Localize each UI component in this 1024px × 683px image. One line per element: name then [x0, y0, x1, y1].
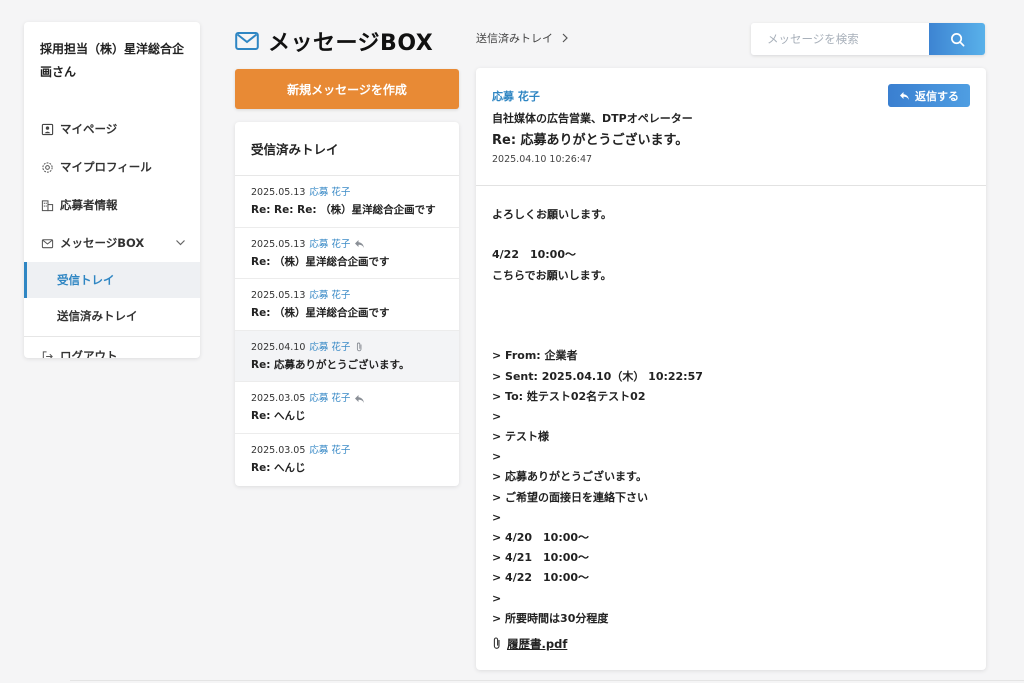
body-line [492, 326, 970, 346]
body-line: こちらでお願いします。 [492, 268, 612, 282]
message-sender: 応募 花子 [309, 238, 351, 250]
inbox-list: 受信済みトレイ 2025.05.13 応募 花子 Re: Re: Re: （株）… [235, 122, 459, 486]
logout-icon [40, 349, 54, 358]
list-item[interactable]: 2025.03.05 応募 花子 Re: へんじ [235, 434, 459, 486]
message-subject: Re: （株）星洋総合企画です [251, 307, 390, 320]
reply-icon [354, 394, 365, 404]
message-sender: 応募 花子 [309, 393, 351, 405]
sidebar-subitem-sent[interactable]: 送信済みトレイ [24, 298, 200, 334]
body-line: > 所要時間は30分程度 [492, 611, 609, 625]
body-line: > [492, 510, 502, 524]
message-sender: 応募 花子 [309, 341, 351, 353]
detail-subject: Re: 応募ありがとうございます。 [492, 133, 689, 148]
inbox-title: 受信済みトレイ [235, 122, 459, 176]
list-item[interactable]: 2025.03.05 応募 花子 Re: へんじ [235, 382, 459, 434]
message-date: 2025.04.10 [251, 341, 306, 353]
message-date: 2025.05.13 [251, 187, 306, 198]
search-button[interactable] [929, 23, 985, 55]
message-subject: Re: へんじ [251, 461, 306, 474]
body-line: > Sent: 2025.04.10（木） 10:22:57 [492, 369, 703, 383]
search-icon [950, 32, 964, 46]
sidebar-item-myprofile[interactable]: マイプロフィール [24, 148, 200, 186]
detail-date: 2025.04.10 10:26:47 [492, 154, 593, 165]
footer-divider [70, 680, 1024, 681]
sidebar-item-mypage[interactable]: マイページ [24, 110, 200, 148]
body-line [492, 225, 970, 245]
attachment-link[interactable]: 履歴書.pdf [507, 636, 567, 652]
body-line [492, 306, 970, 326]
sidebar-item-label: 応募者情報 [60, 198, 118, 212]
body-line: > 応募ありがとうございます。 [492, 470, 647, 484]
person-card-icon [40, 122, 54, 136]
body-line: よろしくお願いします。 [492, 208, 612, 221]
message-date: 2025.03.05 [251, 393, 306, 405]
body-line: > From: 企業者 [492, 349, 578, 363]
message-subject: Re: 応募ありがとうございます。 [251, 358, 410, 371]
message-subject: Re: へんじ [251, 410, 306, 423]
body-line: 4/22 10:00〜 [492, 248, 576, 262]
building-icon [40, 198, 54, 212]
body-line: > 4/22 10:00〜 [492, 571, 590, 585]
message-date: 2025.05.13 [251, 290, 306, 302]
message-sender: 応募 花子 [309, 290, 351, 302]
search-input[interactable] [751, 23, 929, 55]
chevron-down-icon[interactable] [175, 237, 186, 248]
breadcrumb[interactable]: 送信済みトレイ [476, 30, 569, 46]
sidebar-item-messagebox[interactable]: メッセージBOX [24, 224, 200, 262]
detail-job-title: 自社媒体の広告営業、DTPオペレーター [492, 112, 693, 125]
body-line: > テスト様 [492, 430, 550, 444]
message-sender: 応募 花子 [309, 444, 351, 456]
sidebar-item-label: ログアウト [60, 349, 118, 358]
gear-icon [40, 160, 54, 174]
sidebar: 採用担当（株）星洋総合企画さん マイページ マイプロフィール 応募者情報 メッセ… [24, 22, 200, 358]
reply-label: 返信する [915, 89, 959, 103]
sidebar-item-applicants[interactable]: 応募者情報 [24, 186, 200, 224]
body-line: > [492, 409, 502, 423]
message-subject: Re: （株）星洋総合企画です [251, 255, 390, 268]
attachment: 履歴書.pdf [492, 636, 970, 652]
reply-icon [354, 239, 365, 249]
body-line: > 4/20 10:00〜 [492, 531, 590, 544]
body-line [492, 286, 970, 306]
sidebar-item-label: メッセージBOX [60, 236, 145, 250]
sidebar-subitem-inbox[interactable]: 受信トレイ [24, 262, 200, 298]
list-item[interactable]: 2025.05.13 応募 花子 Re: （株）星洋総合企画です [235, 279, 459, 331]
sidebar-item-label: マイページ [60, 122, 118, 136]
body-line: > ご希望の面接日を連絡下さい [492, 490, 649, 504]
user-name: 採用担当（株）星洋総合企画さん [40, 42, 185, 79]
paperclip-icon [493, 637, 500, 650]
page-title: メッセージBOX [235, 26, 433, 56]
breadcrumb-sent-tray[interactable]: 送信済みトレイ [476, 30, 553, 46]
reply-button[interactable]: 返信する [888, 84, 970, 107]
paperclip-icon [354, 342, 365, 352]
sidebar-item-label: マイプロフィール [60, 160, 152, 174]
chevron-right-icon [562, 33, 568, 43]
message-header: 応募 花子 自社媒体の広告営業、DTPオペレーター Re: 応募ありがとうござい… [476, 68, 986, 186]
body-line: > To: 姓テスト02名テスト02 [492, 389, 646, 403]
mail-icon [235, 31, 259, 51]
body-line: > [492, 450, 502, 464]
sidebar-item-logout[interactable]: ログアウト [24, 337, 200, 358]
message-sender: 応募 花子 [309, 187, 351, 198]
search-bar [751, 23, 985, 55]
list-item[interactable]: 2025.04.10 応募 花子 Re: 応募ありがとうございます。 [235, 330, 459, 383]
mail-icon [40, 236, 54, 250]
message-detail: 応募 花子 自社媒体の広告営業、DTPオペレーター Re: 応募ありがとうござい… [476, 68, 986, 670]
list-item[interactable]: 2025.05.13 応募 花子 Re: （株）星洋総合企画です [235, 228, 459, 280]
list-item[interactable]: 2025.05.13 応募 花子 Re: Re: Re: （株）星洋総合企画です [235, 176, 459, 228]
message-subject: Re: Re: Re: （株）星洋総合企画です [251, 204, 436, 216]
message-date: 2025.03.05 [251, 444, 306, 456]
message-box-page: 採用担当（株）星洋総合企画さん マイページ マイプロフィール 応募者情報 メッセ… [0, 0, 1024, 683]
message-date: 2025.05.13 [251, 238, 306, 250]
body-line: > [492, 591, 502, 605]
compose-message-button[interactable]: 新規メッセージを作成 [235, 69, 459, 109]
message-body: よろしくお願いします。 4/22 10:00〜 こちらでお願いします。 > Fr… [476, 186, 986, 652]
reply-icon [900, 91, 909, 100]
page-title-text: メッセージBOX [268, 31, 434, 56]
body-line: > 4/21 10:00〜 [492, 551, 590, 565]
